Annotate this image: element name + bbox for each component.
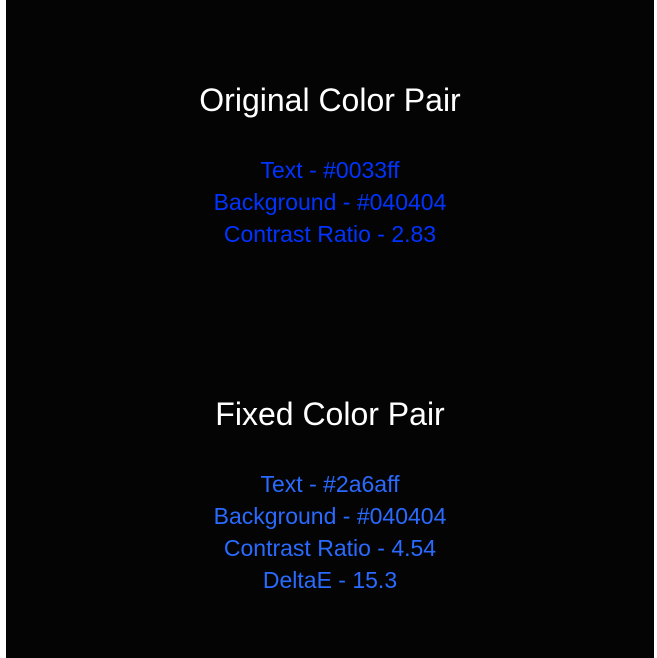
color-pair-panel: Original Color Pair Text - #0033ff Backg… — [6, 0, 654, 658]
fixed-background-color: Background - #040404 — [213, 503, 447, 529]
original-contrast-ratio: Contrast Ratio - 2.83 — [223, 221, 437, 247]
fixed-pair-title: Fixed Color Pair — [215, 396, 445, 432]
fixed-contrast-ratio: Contrast Ratio - 4.54 — [223, 535, 437, 561]
fixed-text-color: Text - #2a6aff — [260, 471, 400, 497]
original-pair-title: Original Color Pair — [199, 82, 461, 118]
original-text-color: Text - #0033ff — [260, 157, 400, 183]
original-background-color: Background - #040404 — [213, 189, 447, 215]
fixed-delta-e: DeltaE - 15.3 — [262, 567, 398, 593]
